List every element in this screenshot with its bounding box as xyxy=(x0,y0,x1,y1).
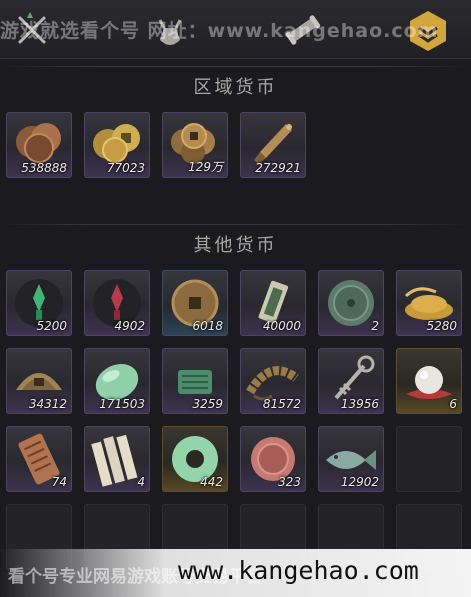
item-count: 74 xyxy=(51,475,67,489)
item-count: 272921 xyxy=(255,161,301,175)
divider xyxy=(0,224,471,225)
item-count: 5280 xyxy=(426,319,457,333)
top-toolbar: 游戏就选看个号 网址：www.kangehao.com xyxy=(0,0,471,59)
item-count: 13956 xyxy=(340,397,379,411)
bottom-watermark-url: www.kangehao.com xyxy=(178,556,419,585)
other-currency-item[interactable]: 323 xyxy=(240,426,306,492)
item-count: 81572 xyxy=(262,397,301,411)
item-count: 6 xyxy=(449,397,457,411)
other-currency-item[interactable]: 74 xyxy=(6,426,72,492)
item-count: 77023 xyxy=(106,161,145,175)
item-count: 40000 xyxy=(262,319,301,333)
item-count: 129万 xyxy=(188,160,223,174)
item-count: 323 xyxy=(278,475,301,489)
item-count: 6018 xyxy=(192,319,223,333)
item-count: 442 xyxy=(200,475,223,489)
regional-currency-item[interactable]: 538888 xyxy=(6,112,72,178)
other-currency-item[interactable]: 6 xyxy=(396,348,462,414)
item-count: 4 xyxy=(137,475,145,489)
other-currency-item[interactable]: 2 xyxy=(318,270,384,336)
empty-slot xyxy=(396,426,462,492)
item-count: 2 xyxy=(371,319,379,333)
other-currency-item[interactable]: 4 xyxy=(84,426,150,492)
other-currency-item[interactable]: 81572 xyxy=(240,348,306,414)
item-count: 34312 xyxy=(28,397,67,411)
other-currency-item[interactable]: 5200 xyxy=(6,270,72,336)
other-currency-item[interactable]: 171503 xyxy=(84,348,150,414)
other-currency-item[interactable]: 442 xyxy=(162,426,228,492)
item-count: 12902 xyxy=(340,475,379,489)
other-currency-item[interactable]: 4902 xyxy=(84,270,150,336)
other-currency-item[interactable]: 12902 xyxy=(318,426,384,492)
top-watermark: 游戏就选看个号 网址：www.kangehao.com xyxy=(0,20,439,42)
other-currency-item[interactable]: 3259 xyxy=(162,348,228,414)
other-currency-item[interactable]: 13956 xyxy=(318,348,384,414)
regional-currency-item[interactable]: 129万 xyxy=(162,112,228,178)
item-count: 4902 xyxy=(114,319,145,333)
item-count: 3259 xyxy=(192,397,223,411)
other-currency-item[interactable]: 5280 xyxy=(396,270,462,336)
other-currency-item[interactable]: 40000 xyxy=(240,270,306,336)
item-count: 5200 xyxy=(36,319,67,333)
divider xyxy=(0,66,471,67)
other-currency-item[interactable]: 6018 xyxy=(162,270,228,336)
item-count: 171503 xyxy=(99,397,145,411)
regional-currency-item[interactable]: 77023 xyxy=(84,112,150,178)
regional-currency-title: 区域货币 xyxy=(193,77,278,98)
item-count: 538888 xyxy=(21,161,67,175)
other-currency-title: 其他货币 xyxy=(193,235,278,256)
other-currency-item[interactable]: 34312 xyxy=(6,348,72,414)
regional-currency-item[interactable]: 272921 xyxy=(240,112,306,178)
